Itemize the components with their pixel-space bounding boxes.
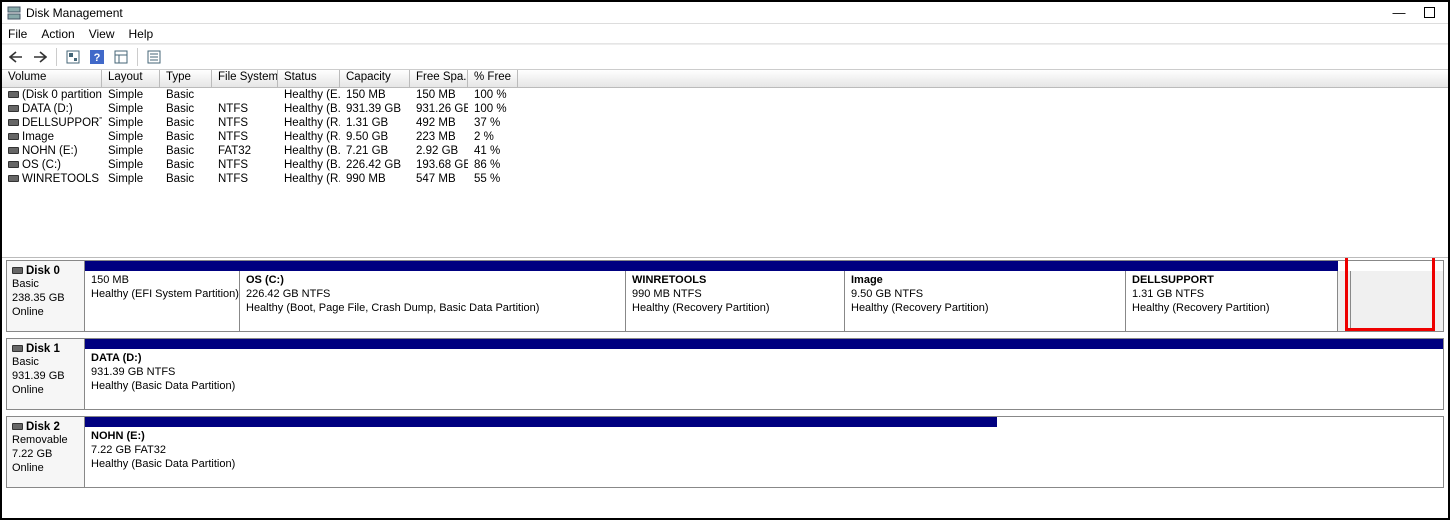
partition-dellsupport[interactable]: DELLSUPPORT 1.31 GB NTFS Healthy (Recove…: [1126, 271, 1338, 331]
refresh-button[interactable]: [63, 47, 83, 67]
disk-partitions-1: DATA (D:) 931.39 GB NTFS Healthy (Basic …: [85, 339, 1443, 409]
menu-file[interactable]: File: [8, 27, 27, 41]
menu-action[interactable]: Action: [41, 27, 74, 41]
drive-icon: [8, 147, 19, 154]
volume-row[interactable]: DELLSUPPORTSimpleBasicNTFSHealthy (R...1…: [2, 116, 1448, 130]
partition-os-c[interactable]: OS (C:) 226.42 GB NTFS Healthy (Boot, Pa…: [240, 271, 626, 331]
partition-small1[interactable]: [1338, 271, 1351, 331]
forward-button[interactable]: [30, 47, 50, 67]
properties-button[interactable]: [144, 47, 164, 67]
volume-row[interactable]: DATA (D:)SimpleBasicNTFSHealthy (B...931…: [2, 102, 1448, 116]
disk-row-1[interactable]: Disk 1 Basic 931.39 GB Online DATA (D:) …: [6, 338, 1444, 410]
volume-list-rows: (Disk 0 partition 1)SimpleBasicHealthy (…: [2, 88, 1448, 186]
drive-icon: [8, 175, 19, 182]
volume-list-header: Volume Layout Type File System Status Ca…: [2, 70, 1448, 88]
back-button[interactable]: [6, 47, 26, 67]
disk-row-0[interactable]: Disk 0 Basic 238.35 GB Online 150 MB Hea…: [6, 260, 1444, 332]
disk-icon: [12, 423, 23, 430]
drive-icon: [8, 119, 19, 126]
titlebar: Disk Management —: [2, 2, 1448, 24]
disk-icon: [12, 345, 23, 352]
maximize-button[interactable]: [1414, 3, 1444, 23]
partition-winretools[interactable]: WINRETOOLS 990 MB NTFS Healthy (Recovery…: [626, 271, 845, 331]
drive-icon: [8, 133, 19, 140]
partition-efi[interactable]: 150 MB Healthy (EFI System Partition): [85, 271, 240, 331]
toolbar-separator: [137, 48, 138, 66]
window-title: Disk Management: [26, 6, 123, 20]
partition-image[interactable]: Image 9.50 GB NTFS Healthy (Recovery Par…: [845, 271, 1126, 331]
volume-row[interactable]: ImageSimpleBasicNTFSHealthy (R...9.50 GB…: [2, 130, 1448, 144]
drive-icon: [8, 161, 19, 168]
disk-partitions-2: NOHN (E:) 7.22 GB FAT32 Healthy (Basic D…: [85, 417, 997, 487]
disk-management-window: Disk Management — File Action View Help …: [0, 0, 1450, 520]
col-volume[interactable]: Volume: [2, 70, 102, 87]
volume-row[interactable]: OS (C:)SimpleBasicNTFSHealthy (B...226.4…: [2, 158, 1448, 172]
volume-list: Volume Layout Type File System Status Ca…: [2, 70, 1448, 258]
toolbar-separator: [56, 48, 57, 66]
col-status[interactable]: Status: [278, 70, 340, 87]
disk-partitions-0: 150 MB Healthy (EFI System Partition) OS…: [85, 261, 1443, 331]
menubar: File Action View Help: [2, 24, 1448, 44]
col-filesystem[interactable]: File System: [212, 70, 278, 87]
help-button[interactable]: ?: [87, 47, 107, 67]
col-type[interactable]: Type: [160, 70, 212, 87]
volume-row[interactable]: (Disk 0 partition 1)SimpleBasicHealthy (…: [2, 88, 1448, 102]
partition-unallocated[interactable]: [1351, 271, 1443, 331]
volume-row[interactable]: NOHN (E:)SimpleBasicFAT32Healthy (B...7.…: [2, 144, 1448, 158]
col-pct-free[interactable]: % Free: [468, 70, 518, 87]
svg-text:?: ?: [94, 52, 101, 64]
toolbar: ?: [2, 44, 1448, 70]
disk-info-2: Disk 2 Removable 7.22 GB Online: [7, 417, 85, 487]
drive-icon: [8, 105, 19, 112]
disk-graphical-view: Disk 0 Basic 238.35 GB Online 150 MB Hea…: [2, 258, 1448, 518]
minimize-button[interactable]: —: [1384, 3, 1414, 23]
settings-button[interactable]: [111, 47, 131, 67]
partition-nohn-e[interactable]: NOHN (E:) 7.22 GB FAT32 Healthy (Basic D…: [85, 427, 997, 487]
menu-help[interactable]: Help: [129, 27, 154, 41]
volume-row[interactable]: WINRETOOLSSimpleBasicNTFSHealthy (R...99…: [2, 172, 1448, 186]
drive-icon: [8, 91, 19, 98]
col-layout[interactable]: Layout: [102, 70, 160, 87]
col-free[interactable]: Free Spa...: [410, 70, 468, 87]
disk-info-0: Disk 0 Basic 238.35 GB Online: [7, 261, 85, 331]
app-icon: [6, 5, 22, 21]
col-spacer[interactable]: [518, 70, 1448, 87]
partition-data-d[interactable]: DATA (D:) 931.39 GB NTFS Healthy (Basic …: [85, 349, 1443, 409]
col-capacity[interactable]: Capacity: [340, 70, 410, 87]
disk-row-2[interactable]: Disk 2 Removable 7.22 GB Online NOHN (E:…: [6, 416, 1444, 488]
disk-info-1: Disk 1 Basic 931.39 GB Online: [7, 339, 85, 409]
disk-icon: [12, 267, 23, 274]
menu-view[interactable]: View: [89, 27, 115, 41]
